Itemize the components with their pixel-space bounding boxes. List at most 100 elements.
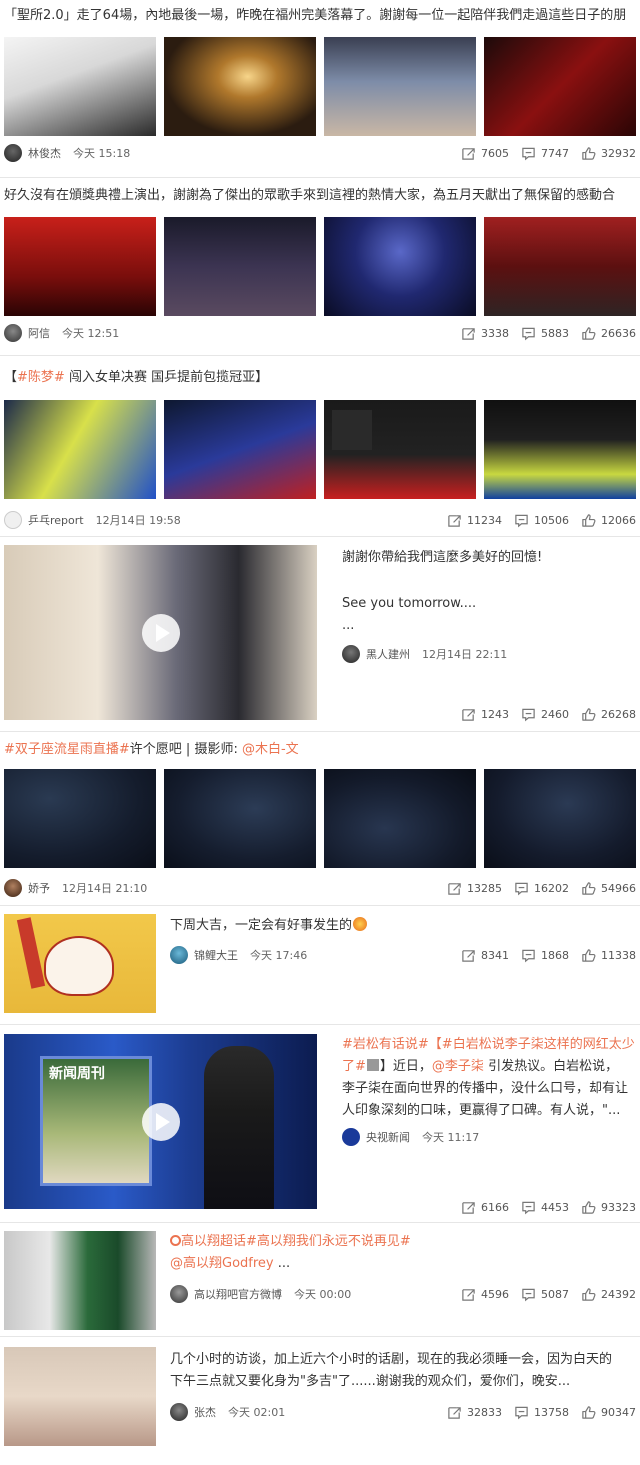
comment-button[interactable]: 1868 [521,948,569,963]
author-name[interactable]: 林俊杰 [28,145,61,161]
author-name[interactable]: 锦鲤大王 [194,947,238,963]
post-text[interactable]: 人印象深刻的口味，更赢得了口碑。有人说，"... [342,1100,636,1122]
repost-button[interactable]: 6166 [461,1200,509,1215]
post-text[interactable]: 謝謝你帶給我們這麼多美好的回憶! [342,547,636,569]
comment-button[interactable]: 4453 [521,1200,569,1215]
feed-card[interactable]: 【#陈梦# 闯入女单决赛 国乒提前包揽冠亚】 乒乓report 12月14日 1… [0,356,640,537]
feed-card[interactable]: 謝謝你帶給我們這麼多美好的回憶! See you tomorrow.... ..… [0,537,640,732]
topic-link[interactable]: 【#白岩松说李子柒这样的网红太少了# [429,1037,636,1052]
repost-button[interactable]: 4596 [461,1287,509,1302]
repost-button[interactable]: 13285 [447,881,502,896]
feed-card[interactable]: 高以翔超话#高以翔我们永远不说再见# @高以翔Godfrey ... 高以翔吧官… [0,1223,640,1337]
author-name[interactable]: 黑人建州 [366,646,410,662]
author-name[interactable]: 张杰 [194,1404,216,1420]
like-button[interactable]: 12066 [581,513,636,528]
comment-button[interactable]: 13758 [514,1405,569,1420]
avatar[interactable] [342,645,360,663]
author-name[interactable]: 央视新闻 [366,1129,410,1145]
post-image[interactable] [484,37,636,136]
repost-button[interactable]: 1243 [461,707,509,722]
post-image[interactable] [324,37,476,136]
repost-button[interactable]: 3338 [461,326,509,341]
repost-button[interactable]: 11234 [447,513,502,528]
comment-button[interactable]: 5087 [521,1287,569,1302]
post-text[interactable]: 下周大吉，一定会有好事发生的 [170,915,636,937]
repost-button[interactable]: 7605 [461,146,509,161]
topic-link[interactable]: 高以翔超话#高以翔我们永远不说再见# [181,1234,411,1249]
comment-button[interactable]: 10506 [514,513,569,528]
post-image[interactable] [324,400,476,499]
post-text[interactable]: 几个小时的访谈，加上近六个小时的话剧，现在的我必须睡一会，因为白天的 [170,1349,636,1371]
post-image[interactable] [324,769,476,868]
post-image[interactable] [4,400,156,499]
feed-card[interactable]: 好久沒有在頒獎典禮上演出，謝謝為了傑出的眾歌手來到這裡的熱情大家，為五月天獻出了… [0,178,640,356]
post-image[interactable] [484,769,636,868]
post-image[interactable] [164,400,316,499]
like-button[interactable]: 54966 [581,881,636,896]
avatar[interactable] [170,1285,188,1303]
post-text[interactable]: 了# 】近日，@李子柒 引发热议。白岩松说， [342,1056,636,1078]
post-text[interactable]: @高以翔Godfrey ... [170,1253,636,1275]
post-image[interactable] [484,400,636,499]
post-image[interactable] [4,769,156,868]
like-button[interactable]: 93323 [581,1200,636,1215]
feed-card[interactable]: 下周大吉，一定会有好事发生的 锦鲤大王 今天 17:46 8341 1868 1… [0,906,640,1025]
post-title[interactable]: 好久沒有在頒獎典禮上演出，謝謝為了傑出的眾歌手來到這裡的熱情大家，為五月天獻出了… [0,186,640,206]
post-image[interactable] [324,217,476,316]
video-thumbnail[interactable] [4,545,317,720]
post-title[interactable]: 【#陈梦# 闯入女单决赛 国乒提前包揽冠亚】 [0,368,640,388]
avatar[interactable] [4,144,22,162]
avatar[interactable] [4,511,22,529]
post-image[interactable] [4,1231,156,1330]
author-name[interactable]: 娇予 [28,880,50,896]
author-name[interactable]: 高以翔吧官方微博 [194,1286,282,1302]
feed-card[interactable]: 新闻周刊 #岩松有话说#【#白岩松说李子柒这样的网红太少了# 了# 】近日，@李子… [0,1025,640,1223]
post-text[interactable]: #岩松有话说#【#白岩松说李子柒这样的网红太少了# [342,1034,636,1056]
mention-link[interactable]: @李子柒 [432,1059,484,1074]
post-title[interactable]: #双子座流星雨直播#许个愿吧 | 摄影师: @木白-文 [0,740,640,760]
author-name[interactable]: 乒乓report [28,512,84,528]
post-image[interactable] [4,1347,156,1446]
avatar[interactable] [4,879,22,897]
topic-link[interactable]: #双子座流星雨直播# [4,742,130,757]
repost-button[interactable]: 8341 [461,948,509,963]
repost-button[interactable]: 32833 [447,1405,502,1420]
like-button[interactable]: 24392 [581,1287,636,1302]
post-text[interactable]: 高以翔超话#高以翔我们永远不说再见# [170,1231,636,1253]
avatar[interactable] [342,1128,360,1146]
avatar[interactable] [170,1403,188,1421]
play-icon[interactable] [141,1102,181,1142]
like-button[interactable]: 90347 [581,1405,636,1420]
like-button[interactable]: 32932 [581,146,636,161]
play-icon[interactable] [141,613,181,653]
post-image[interactable] [4,37,156,136]
mention-link[interactable]: @木白-文 [242,742,299,757]
post-image[interactable] [164,217,316,316]
post-image[interactable] [164,769,316,868]
feed-card[interactable]: 「聖所2.0」走了64場，內地最後一場，昨晚在福州完美落幕了。謝謝每一位一起陪伴… [0,0,640,178]
post-text[interactable]: 下午三点就又要化身为"多吉"了......谢谢我的观众们，爱你们，晚安... [170,1371,636,1393]
comment-button[interactable]: 2460 [521,707,569,722]
post-image[interactable] [484,217,636,316]
post-image[interactable] [164,37,316,136]
topic-link[interactable]: #岩松有话说# [342,1037,429,1052]
feed-card[interactable]: #双子座流星雨直播#许个愿吧 | 摄影师: @木白-文 娇予 12月14日 21… [0,732,640,906]
comment-button[interactable]: 7747 [521,146,569,161]
post-image[interactable] [4,217,156,316]
post-image[interactable] [4,914,156,1013]
author-name[interactable]: 阿信 [28,325,50,341]
post-text[interactable]: See you tomorrow.... [342,593,636,615]
comment-button[interactable]: 16202 [514,881,569,896]
like-button[interactable]: 26636 [581,326,636,341]
mention-link[interactable]: @高以翔Godfrey [170,1256,274,1271]
comment-button[interactable]: 5883 [521,326,569,341]
like-button[interactable]: 26268 [581,707,636,722]
avatar[interactable] [170,946,188,964]
post-text[interactable]: 李子柒在面向世界的传播中，没什么口号，却有让 [342,1078,636,1100]
avatar[interactable] [4,324,22,342]
like-button[interactable]: 11338 [581,948,636,963]
video-thumbnail[interactable]: 新闻周刊 [4,1034,317,1209]
feed-card[interactable]: 几个小时的访谈，加上近六个小时的话剧，现在的我必须睡一会，因为白天的 下午三点就… [0,1337,640,1465]
post-title[interactable]: 「聖所2.0」走了64場，內地最後一場，昨晚在福州完美落幕了。謝謝每一位一起陪伴… [0,6,640,26]
topic-link[interactable]: #陈梦# [17,370,65,385]
